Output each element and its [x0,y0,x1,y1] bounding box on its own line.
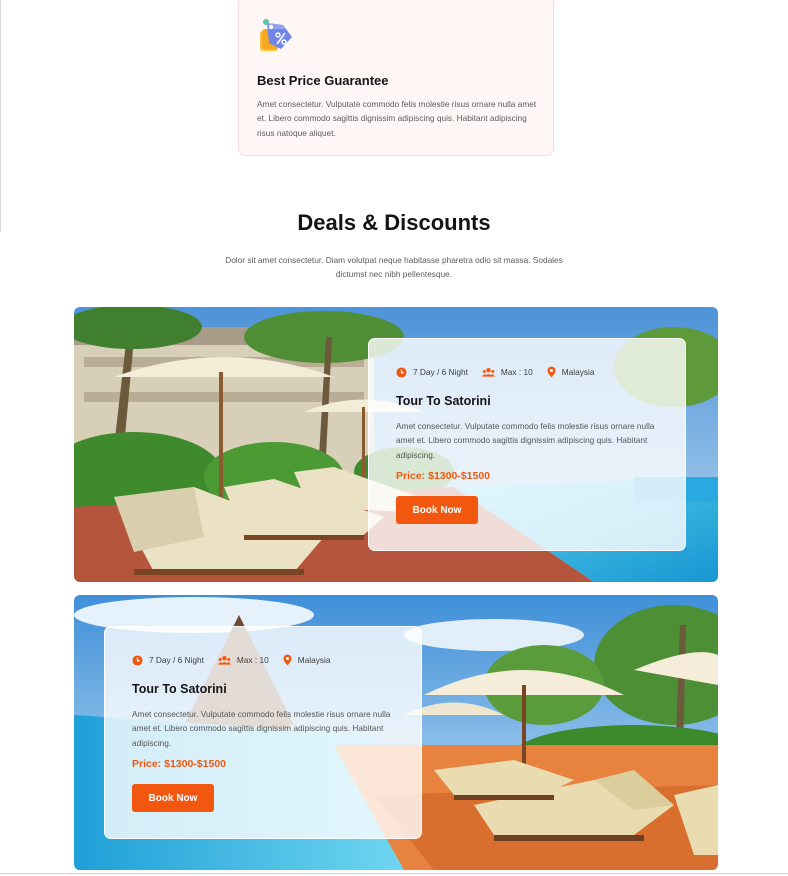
location-label: Malaysia [561,367,595,377]
location-pin-icon [283,654,292,666]
section-title: Deals & Discounts [297,210,491,235]
duration-label: 7 Day / 6 Night [149,655,204,665]
capacity-label: Max : 10 [236,655,269,665]
capacity-meta: Max : 10 [217,655,269,666]
percent-tag-icon [260,19,292,51]
feature-title: Best Price Guarantee [257,73,389,88]
people-icon [217,655,231,665]
clock-icon [396,366,407,378]
people-icon [481,367,495,377]
capacity-label: Max : 10 [500,367,533,377]
book-now-button[interactable]: Book Now [396,496,478,524]
feature-card-best-price: Best Price Guarantee Amet consectetur. V… [238,0,554,156]
deal-price: Price: $1300-$1500 [132,758,226,770]
clock-icon [132,654,143,666]
feature-description: Amet consectetur. Vulputate commodo feli… [257,99,537,138]
deal-banner-2: 7 Day / 6 Night Max : 10 Malaysia Tour T… [74,595,718,870]
location-label: Malaysia [297,655,331,665]
location-meta: Malaysia [547,366,595,378]
left-divider [0,0,1,232]
deal-description: Amet consectetur. Vulputate commodo feli… [132,709,391,748]
duration-meta: 7 Day / 6 Night [132,654,204,666]
deal-title: Tour To Satorini [396,394,491,408]
deal-description: Amet consectetur. Vulputate commodo feli… [396,421,655,460]
duration-label: 7 Day / 6 Night [413,367,468,377]
deal-info-card: 7 Day / 6 Night Max : 10 Malaysia Tour T… [104,626,422,839]
capacity-meta: Max : 10 [481,367,533,378]
deal-meta-row: 7 Day / 6 Night Max : 10 Malaysia [396,365,608,379]
location-pin-icon [547,366,556,378]
section-subtitle: Dolor sit amet consectetur. Diam volutpa… [225,255,563,280]
deal-price: Price: $1300-$1500 [396,470,490,482]
duration-meta: 7 Day / 6 Night [396,366,468,378]
deal-banner-1: 7 Day / 6 Night Max : 10 Malaysia Tour T… [74,307,718,582]
location-meta: Malaysia [283,654,331,666]
bottom-divider [0,873,788,874]
deal-meta-row: 7 Day / 6 Night Max : 10 Malaysia [132,653,344,667]
book-now-button[interactable]: Book Now [132,784,214,812]
deal-title: Tour To Satorini [132,682,227,696]
deal-info-card: 7 Day / 6 Night Max : 10 Malaysia Tour T… [368,338,686,551]
